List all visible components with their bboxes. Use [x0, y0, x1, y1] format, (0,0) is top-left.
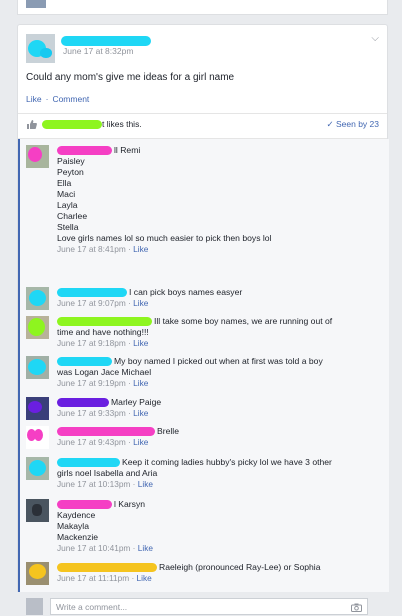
comment-input-placeholder: Write a comment... — [56, 602, 128, 612]
comment-text: Raeleigh (pronounced Ray-Lee) or Sophia — [159, 562, 321, 572]
comment-line: Charlee — [57, 211, 88, 221]
comment-meta: June 17 at 8:41pm · Like — [57, 244, 149, 254]
comment-line: Maci — [57, 189, 76, 199]
comments-list: ll Remi Paisley Peyton Ella Maci Layla C… — [18, 139, 389, 615]
commenter-name-redacted[interactable] — [57, 563, 157, 573]
comment-like-link[interactable]: Like — [137, 573, 152, 583]
comment-line: girls noel Isabella and Aria — [57, 468, 158, 478]
comment-line: Paisley — [57, 156, 85, 166]
comment-like-link[interactable]: Like — [138, 543, 153, 553]
comment-timestamp[interactable]: June 17 at 9:18pm — [57, 338, 126, 348]
like-link[interactable]: Like — [26, 94, 42, 104]
likes-row: t likes this. ✓ Seen by 23 — [26, 119, 379, 131]
commenter-name-redacted[interactable] — [57, 458, 120, 468]
comment-meta: June 17 at 9:43pm · Like — [57, 437, 149, 447]
comment-timestamp[interactable]: June 17 at 9:19pm — [57, 378, 126, 388]
commenter-name-redacted[interactable] — [57, 146, 112, 156]
comment-timestamp[interactable]: June 17 at 11:11pm — [57, 573, 129, 583]
comment-line: Kaydence — [57, 510, 96, 520]
comment-like-link[interactable]: Like — [133, 408, 148, 418]
commenter-name-redacted[interactable] — [57, 398, 109, 408]
comment-like-link[interactable]: Like — [133, 378, 148, 388]
post-timestamp[interactable]: June 17 at 8:32pm — [63, 46, 133, 56]
comment-text: Marley Paige — [111, 397, 162, 407]
avatar[interactable] — [26, 356, 49, 379]
comment-meta: June 17 at 9:07pm · Like — [57, 298, 149, 308]
post-text: Could any mom's give me ideas for a girl… — [26, 72, 235, 83]
avatar[interactable] — [26, 145, 49, 168]
comment-line: Makayla — [57, 521, 89, 531]
comment-timestamp[interactable]: June 17 at 10:13pm — [57, 479, 130, 489]
comment-timestamp[interactable]: June 17 at 9:43pm — [57, 437, 126, 447]
avatar[interactable] — [26, 316, 49, 339]
comment-meta: June 17 at 9:18pm · Like — [57, 338, 149, 348]
comment-like-link[interactable]: Like — [133, 244, 148, 254]
avatar[interactable] — [26, 397, 49, 420]
likes-text[interactable]: t likes this. — [102, 119, 142, 129]
comment-meta: June 17 at 9:33pm · Like — [57, 408, 149, 418]
comment-meta: June 17 at 10:41pm · Like — [57, 543, 153, 553]
avatar[interactable] — [26, 562, 49, 585]
comment-text: Ill take some boy names, we are running … — [154, 316, 333, 326]
commenter-name-redacted[interactable] — [57, 288, 127, 298]
camera-icon[interactable] — [351, 599, 362, 616]
seen-by[interactable]: ✓ Seen by 23 — [327, 119, 380, 130]
commenter-name-redacted[interactable] — [57, 357, 112, 367]
write-comment-row: Write a comment... — [20, 595, 389, 615]
comment-link[interactable]: Comment — [52, 94, 89, 104]
comment-input[interactable]: Write a comment... — [50, 598, 368, 615]
comment-text: Brelle — [157, 426, 179, 436]
comment-timestamp[interactable]: June 17 at 9:07pm — [57, 298, 126, 308]
comment-text: I can pick boys names easyer — [129, 287, 243, 297]
post-author-avatar[interactable] — [26, 34, 55, 63]
liker-name-redacted[interactable] — [42, 120, 102, 129]
comment-line: Layla — [57, 200, 78, 210]
comment-line: Love girls names lol so much easier to p… — [57, 233, 272, 243]
divider — [18, 113, 387, 114]
comment-line: Peyton — [57, 167, 84, 177]
avatar — [26, 598, 43, 615]
comment-timestamp[interactable]: June 17 at 8:41pm — [57, 244, 126, 254]
avatar[interactable] — [26, 287, 49, 310]
comment-line: was Logan Jace Michael — [57, 367, 152, 377]
comment-meta: June 17 at 10:13pm · Like — [57, 479, 153, 489]
previous-post-card — [17, 0, 388, 15]
post-card: June 17 at 8:32pm ⌵ Could any mom's give… — [17, 24, 389, 615]
commenter-name-suffix[interactable]: ll Remi — [114, 145, 140, 155]
commenter-name-redacted[interactable] — [57, 427, 155, 437]
commenter-name-suffix[interactable]: l Karsyn — [114, 499, 145, 509]
avatar[interactable] — [26, 499, 49, 522]
comment-like-link[interactable]: Like — [133, 298, 148, 308]
comment-line: Ella — [57, 178, 72, 188]
separator: · — [45, 94, 49, 104]
commenter-name-redacted[interactable] — [57, 317, 152, 327]
comment-line: time and have nothing!!! — [57, 327, 149, 337]
commenter-name-redacted[interactable] — [57, 500, 112, 510]
comment-like-link[interactable]: Like — [138, 479, 153, 489]
comment-meta: June 17 at 9:19pm · Like — [57, 378, 149, 388]
chevron-down-icon[interactable]: ⌵ — [371, 33, 379, 44]
avatar — [26, 0, 46, 8]
comment-meta: June 17 at 11:11pm · Like — [57, 573, 152, 583]
thumbs-up-icon — [26, 119, 38, 132]
comment-line: Mackenzie — [57, 532, 99, 542]
comment-timestamp[interactable]: June 17 at 9:33pm — [57, 408, 126, 418]
comment-timestamp[interactable]: June 17 at 10:41pm — [57, 543, 130, 553]
comment-line: Stella — [57, 222, 79, 232]
avatar[interactable] — [26, 457, 49, 480]
comment-like-link[interactable]: Like — [133, 338, 148, 348]
comment-text: My boy named I picked out when at first … — [114, 356, 323, 366]
check-icon: ✓ — [326, 119, 336, 129]
comment-like-link[interactable]: Like — [133, 437, 148, 447]
avatar[interactable] — [26, 426, 49, 449]
post-actions: Like · Comment — [26, 94, 93, 104]
comment-text: Keep it coming ladies hubby's picky lol … — [122, 457, 332, 467]
post-author-name-redacted[interactable] — [61, 36, 153, 46]
